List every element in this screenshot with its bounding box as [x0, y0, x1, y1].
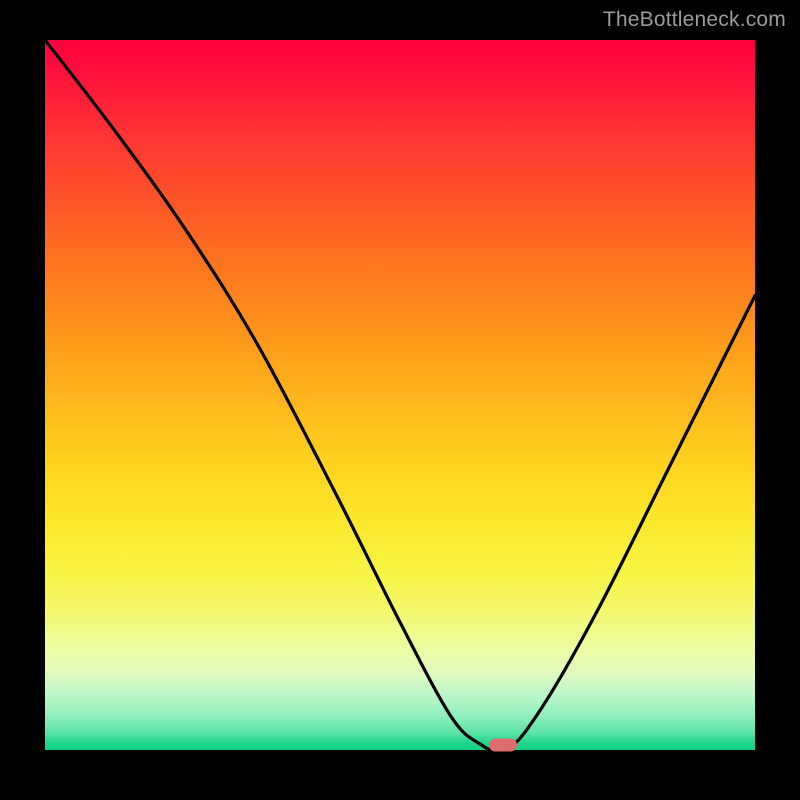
- watermark-text: TheBottleneck.com: [603, 8, 786, 32]
- optimum-marker: [489, 739, 517, 752]
- bottleneck-curve: [45, 40, 755, 750]
- plot-area: [45, 40, 755, 750]
- chart-frame: TheBottleneck.com: [0, 0, 800, 800]
